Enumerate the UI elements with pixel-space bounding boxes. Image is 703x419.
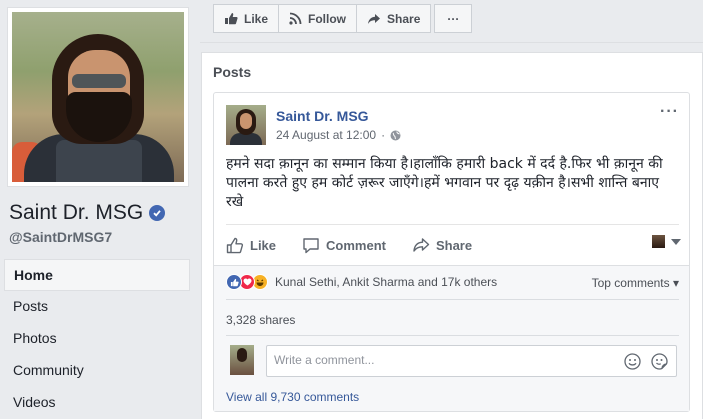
share-arrow-icon (368, 13, 381, 24)
page-nav: Home Posts Photos Community Videos (4, 259, 190, 419)
emoji-icon[interactable] (624, 353, 641, 370)
post-author-name[interactable]: Saint Dr. MSG (276, 108, 369, 124)
post-options-icon[interactable]: ··· (660, 103, 679, 121)
profile-picture[interactable] (12, 12, 184, 182)
post-share-label: Share (435, 237, 473, 253)
post-comment-label: Comment (326, 237, 386, 253)
like-page-label: Like (244, 11, 269, 26)
page-name[interactable]: Saint Dr. MSG (9, 201, 166, 225)
posts-panel: Posts Saint Dr. MSG 24 August at 12:00 ·… (201, 52, 703, 419)
post-message: हमने सदा क़ानून का सम्मान किया है।हालाँक… (226, 156, 663, 210)
nav-item-community[interactable]: Community (4, 355, 190, 387)
divider (226, 299, 679, 300)
divider (226, 224, 679, 225)
comment-input[interactable] (274, 353, 604, 367)
post-like-button[interactable]: Like (226, 237, 276, 254)
page-action-bar: Like Follow Share ··· (213, 4, 473, 33)
like-reaction-icon (226, 274, 242, 290)
post-author-avatar[interactable] (226, 105, 266, 145)
nav-item-photos[interactable]: Photos (4, 323, 190, 355)
follow-button[interactable]: Follow (278, 4, 358, 33)
comment-bubble-icon (303, 237, 319, 253)
nav-item-videos[interactable]: Videos (4, 387, 190, 419)
post-comment-button[interactable]: Comment (302, 237, 386, 254)
nav-item-home[interactable]: Home (4, 259, 190, 291)
reactions-summary[interactable]: Kunal Sethi, Ankit Sharma and 17k others (226, 274, 497, 290)
post-feedback-section: Kunal Sethi, Ankit Sharma and 17k others… (214, 266, 689, 411)
left-column: Saint Dr. MSG @SaintDrMSG7 Home Posts Ph… (0, 0, 198, 419)
divider (226, 335, 679, 336)
post-timestamp[interactable]: 24 August at 12:00 (276, 128, 376, 142)
sticker-icon[interactable] (651, 353, 668, 370)
divider (200, 42, 703, 43)
globe-icon (390, 130, 401, 140)
thumbs-up-icon (225, 13, 238, 25)
profile-picture-frame[interactable] (7, 7, 189, 187)
page-name-text[interactable]: Saint Dr. MSG (9, 201, 143, 225)
share-arrow-icon (413, 238, 430, 252)
post-like-label: Like (250, 237, 277, 253)
comment-box[interactable] (266, 345, 677, 377)
post-share-button[interactable]: Share (412, 237, 472, 253)
page-handle[interactable]: @SaintDrMSG7 (9, 229, 112, 245)
thumbs-up-outline-icon (226, 237, 244, 253)
post-as-selector[interactable] (652, 235, 681, 248)
like-page-button[interactable]: Like (213, 4, 280, 33)
verified-badge-icon (149, 205, 166, 221)
follow-label: Follow (308, 11, 347, 26)
post-card: Saint Dr. MSG 24 August at 12:00 · ··· ह… (213, 92, 690, 412)
post-meta: 24 August at 12:00 · (276, 128, 401, 142)
nav-item-posts[interactable]: Posts (4, 291, 190, 323)
comment-tools (624, 353, 668, 370)
commenter-avatar (230, 345, 254, 375)
post-actions: Like Comment Share (226, 233, 679, 257)
separator-dot: · (381, 128, 386, 142)
viewer-avatar (652, 235, 665, 248)
reactions-text[interactable]: Kunal Sethi, Ankit Sharma and 17k others (275, 275, 497, 289)
shares-count[interactable]: 3,328 shares (226, 313, 295, 327)
chevron-down-icon (671, 238, 681, 245)
more-options-icon: ··· (447, 11, 460, 26)
view-all-comments-link[interactable]: View all 9,730 comments (226, 390, 359, 404)
comment-sort-dropdown[interactable]: Top comments ▾ (592, 276, 679, 290)
posts-heading: Posts (213, 64, 252, 80)
share-page-label: Share (387, 11, 421, 26)
share-page-button[interactable]: Share (356, 4, 432, 33)
more-options-button[interactable]: ··· (434, 4, 473, 33)
rss-icon (289, 12, 302, 25)
